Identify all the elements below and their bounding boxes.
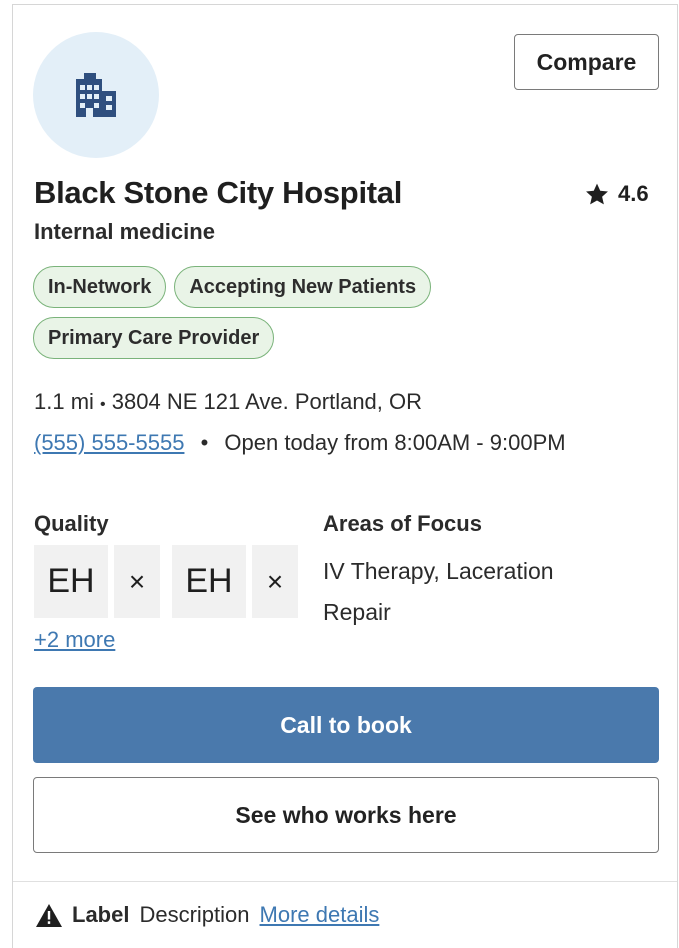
provider-card: Compare Black Stone City Hospital 4.6 In… — [12, 4, 678, 948]
warning-icon — [36, 903, 62, 927]
compare-button[interactable]: Compare — [514, 34, 659, 90]
focus-label: Areas of Focus — [323, 511, 482, 536]
quality-tag-list: EH × EH × — [34, 545, 298, 618]
contact-line: (555) 555-5555 • Open today from 8:00AM … — [34, 430, 566, 456]
distance: 1.1 mi — [34, 389, 94, 414]
badge-accepting-new-patients: Accepting New Patients — [174, 266, 432, 308]
location-line: 1.1 mi • 3804 NE 121 Ave. Portland, OR — [34, 389, 422, 415]
building-icon — [76, 73, 116, 117]
footer-divider — [13, 881, 677, 882]
star-icon — [586, 183, 608, 204]
hours: Open today from 8:00AM - 9:00PM — [224, 430, 566, 455]
footer-note: Label Description More details — [36, 902, 379, 928]
badge-in-network: In-Network — [33, 266, 167, 308]
phone-link[interactable]: (555) 555-5555 — [34, 430, 184, 455]
remove-tag-icon[interactable]: × — [252, 545, 298, 618]
badge-list: In-Network Accepting New Patients Primar… — [33, 266, 653, 368]
separator-dot: • — [100, 396, 106, 413]
quality-tag: EH — [172, 545, 246, 618]
more-quality-link[interactable]: +2 more — [34, 627, 115, 653]
address: 3804 NE 121 Ave. Portland, OR — [111, 389, 423, 414]
remove-tag-icon[interactable]: × — [114, 545, 160, 618]
badge-primary-care-provider: Primary Care Provider — [33, 317, 275, 359]
see-who-works-here-button[interactable]: See who works here — [33, 777, 659, 853]
quality-tag: EH — [34, 545, 108, 618]
quality-label: Quality — [34, 511, 109, 536]
focus-text: IV Therapy, Laceration Repair — [323, 558, 554, 625]
call-to-book-button[interactable]: Call to book — [33, 687, 659, 763]
footer-label: Label — [72, 902, 130, 927]
provider-specialty: Internal medicine — [34, 219, 215, 244]
provider-name[interactable]: Black Stone City Hospital — [34, 175, 402, 211]
provider-avatar — [33, 32, 159, 158]
more-details-link[interactable]: More details — [260, 902, 380, 928]
rating: 4.6 — [584, 181, 649, 207]
rating-value: 4.6 — [618, 181, 649, 206]
footer-description: Description — [139, 902, 250, 927]
separator-dot: • — [200, 430, 209, 455]
